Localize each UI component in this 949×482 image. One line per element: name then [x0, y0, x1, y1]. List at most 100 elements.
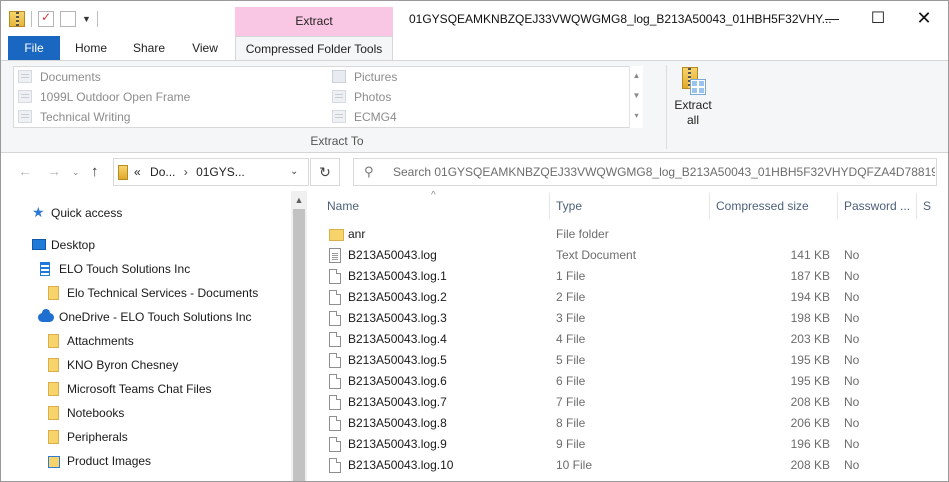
file-icon	[329, 395, 341, 410]
star-icon: ★	[32, 204, 45, 220]
nav-scrollbar[interactable]: ▲	[291, 191, 307, 481]
file-compressed-size: 141 KB	[790, 248, 830, 262]
scroll-down-icon[interactable]: ▼	[630, 86, 643, 106]
column-divider[interactable]	[837, 193, 838, 219]
properties-icon[interactable]	[38, 10, 54, 27]
table-row[interactable]: B213A50043.log.10 10 File 208 KB No	[307, 455, 948, 476]
file-password: No	[844, 311, 860, 325]
gallery-scroller[interactable]: ▲ ▼ ▾	[629, 66, 643, 128]
new-folder-icon[interactable]	[60, 11, 76, 27]
column-header-compressed-size[interactable]: Compressed size	[716, 194, 809, 218]
folder-icon	[48, 358, 59, 372]
scroll-up-icon[interactable]: ▲	[291, 195, 307, 205]
file-type: 8 File	[556, 416, 586, 430]
column-header-name[interactable]: Name	[327, 194, 359, 218]
close-button[interactable]: ✕	[901, 1, 947, 36]
file-type: 5 File	[556, 353, 586, 367]
file-type: 6 File	[556, 374, 586, 388]
table-row[interactable]: B213A50043.log Text Document 141 KB No	[307, 245, 948, 266]
forward-arrow-icon[interactable]: →	[47, 163, 61, 179]
column-header-size[interactable]: S	[923, 194, 931, 218]
file-icon	[329, 269, 341, 284]
tab-file[interactable]: File	[8, 36, 60, 60]
file-compressed-size: 206 KB	[790, 416, 830, 430]
ribbon-panel: Documents 1099L Outdoor Open Frame Techn…	[1, 60, 948, 153]
file-password: No	[844, 395, 860, 409]
column-header-type[interactable]: Type	[556, 194, 582, 218]
scrollbar-thumb[interactable]	[293, 209, 305, 481]
address-bar[interactable]: « Do... › 01GYS... ⌄	[113, 158, 309, 186]
zip-folder-icon	[9, 11, 25, 27]
file-name: B213A50043.log.2	[348, 290, 447, 304]
file-password: No	[844, 248, 860, 262]
file-password: No	[844, 353, 860, 367]
file-name: B213A50043.log.6	[348, 374, 447, 388]
file-password: No	[844, 374, 860, 388]
refresh-button[interactable]: ↻	[310, 158, 340, 186]
table-row[interactable]: B213A50043.log.3 3 File 198 KB No	[307, 308, 948, 329]
file-compressed-size: 198 KB	[790, 311, 830, 325]
file-name: B213A50043.log.8	[348, 416, 447, 430]
table-row[interactable]: B213A50043.log.6 6 File 195 KB No	[307, 371, 948, 392]
table-row[interactable]: B213A50043.log.2 2 File 194 KB No	[307, 287, 948, 308]
file-password: No	[844, 416, 860, 430]
file-type: 2 File	[556, 290, 586, 304]
table-row[interactable]: B213A50043.log.9 9 File 196 KB No	[307, 434, 948, 455]
chevron-down-icon[interactable]: ⌄	[290, 166, 298, 177]
quick-access-toolbar: ▼	[9, 9, 98, 29]
search-icon: ⚲	[364, 164, 374, 179]
column-divider[interactable]	[709, 193, 710, 219]
file-explorer-window: ▼ Extract 01GYSQEAMKNBZQEJ33VWQWGMG8_log…	[0, 0, 949, 482]
file-compressed-size: 187 KB	[790, 269, 830, 283]
table-row[interactable]: B213A50043.log.4 4 File 203 KB No	[307, 329, 948, 350]
file-type: File folder	[556, 227, 609, 241]
scroll-up-icon[interactable]: ▲	[630, 66, 643, 86]
table-row[interactable]: B213A50043.log.8 8 File 206 KB No	[307, 413, 948, 434]
file-name: B213A50043.log.4	[348, 332, 447, 346]
file-type: 4 File	[556, 332, 586, 346]
minimize-button[interactable]: —	[809, 1, 855, 36]
extract-all-button[interactable]: Extract all	[671, 65, 715, 131]
tab-view[interactable]: View	[181, 36, 229, 60]
ribbon-tabs: File Home Share View Compressed Folder T…	[1, 36, 948, 90]
search-box[interactable]: ⚲ Search 01GYSQEAMKNBZQEJ33VWQWGMG8_log_…	[353, 158, 937, 186]
tab-home[interactable]: Home	[65, 36, 117, 60]
maximize-button[interactable]: ☐	[855, 1, 901, 36]
file-name: B213A50043.log.7	[348, 395, 447, 409]
tab-share[interactable]: Share	[123, 36, 175, 60]
search-input[interactable]: Search 01GYSQEAMKNBZQEJ33VWQWGMG8_log_B2…	[393, 159, 935, 185]
column-divider[interactable]	[916, 193, 917, 219]
back-arrow-icon[interactable]: ←	[18, 163, 32, 179]
ribbon-divider	[666, 65, 667, 149]
recent-locations-icon[interactable]: ⌄	[72, 167, 80, 178]
file-compressed-size: 203 KB	[790, 332, 830, 346]
chevron-right-icon[interactable]: ›	[184, 165, 188, 179]
table-row[interactable]: B213A50043.log.7 7 File 208 KB No	[307, 392, 948, 413]
column-header-password[interactable]: Password ...	[844, 194, 910, 218]
file-password: No	[844, 332, 860, 346]
file-icon	[329, 332, 341, 347]
tab-compressed-folder-tools[interactable]: Compressed Folder Tools	[235, 36, 393, 60]
table-row[interactable]: B213A50043.log.5 5 File 195 KB No	[307, 350, 948, 371]
folder-icon	[18, 110, 32, 123]
folder-icon	[48, 430, 59, 444]
toolbar-divider	[96, 11, 98, 27]
breadcrumb-current[interactable]: 01GYS...	[196, 165, 245, 179]
folder-icon	[332, 90, 346, 103]
column-divider[interactable]	[549, 193, 550, 219]
table-row[interactable]: B213A50043.log.1 1 File 187 KB No	[307, 266, 948, 287]
folder-icon	[48, 334, 59, 348]
gallery-expand-icon[interactable]: ▾	[630, 106, 643, 126]
breadcrumb-overflow[interactable]: «	[134, 165, 141, 179]
file-icon	[329, 290, 341, 305]
up-arrow-icon[interactable]: ↑	[91, 163, 99, 180]
customize-toolbar-dropdown[interactable]: ▼	[82, 14, 91, 24]
breadcrumb-documents[interactable]: Do...	[150, 165, 175, 179]
window-title: 01GYSQEAMKNBZQEJ33VWQWGMG8_log_B213A5004…	[409, 12, 832, 26]
file-type: 10 File	[556, 458, 593, 472]
file-list: ^ Name Type Compressed size Password ...…	[307, 191, 948, 481]
file-password: No	[844, 437, 860, 451]
building-icon	[40, 262, 50, 276]
extract-to-gallery: Documents 1099L Outdoor Open Frame Techn…	[13, 66, 643, 128]
table-row[interactable]: anr File folder	[307, 224, 948, 245]
